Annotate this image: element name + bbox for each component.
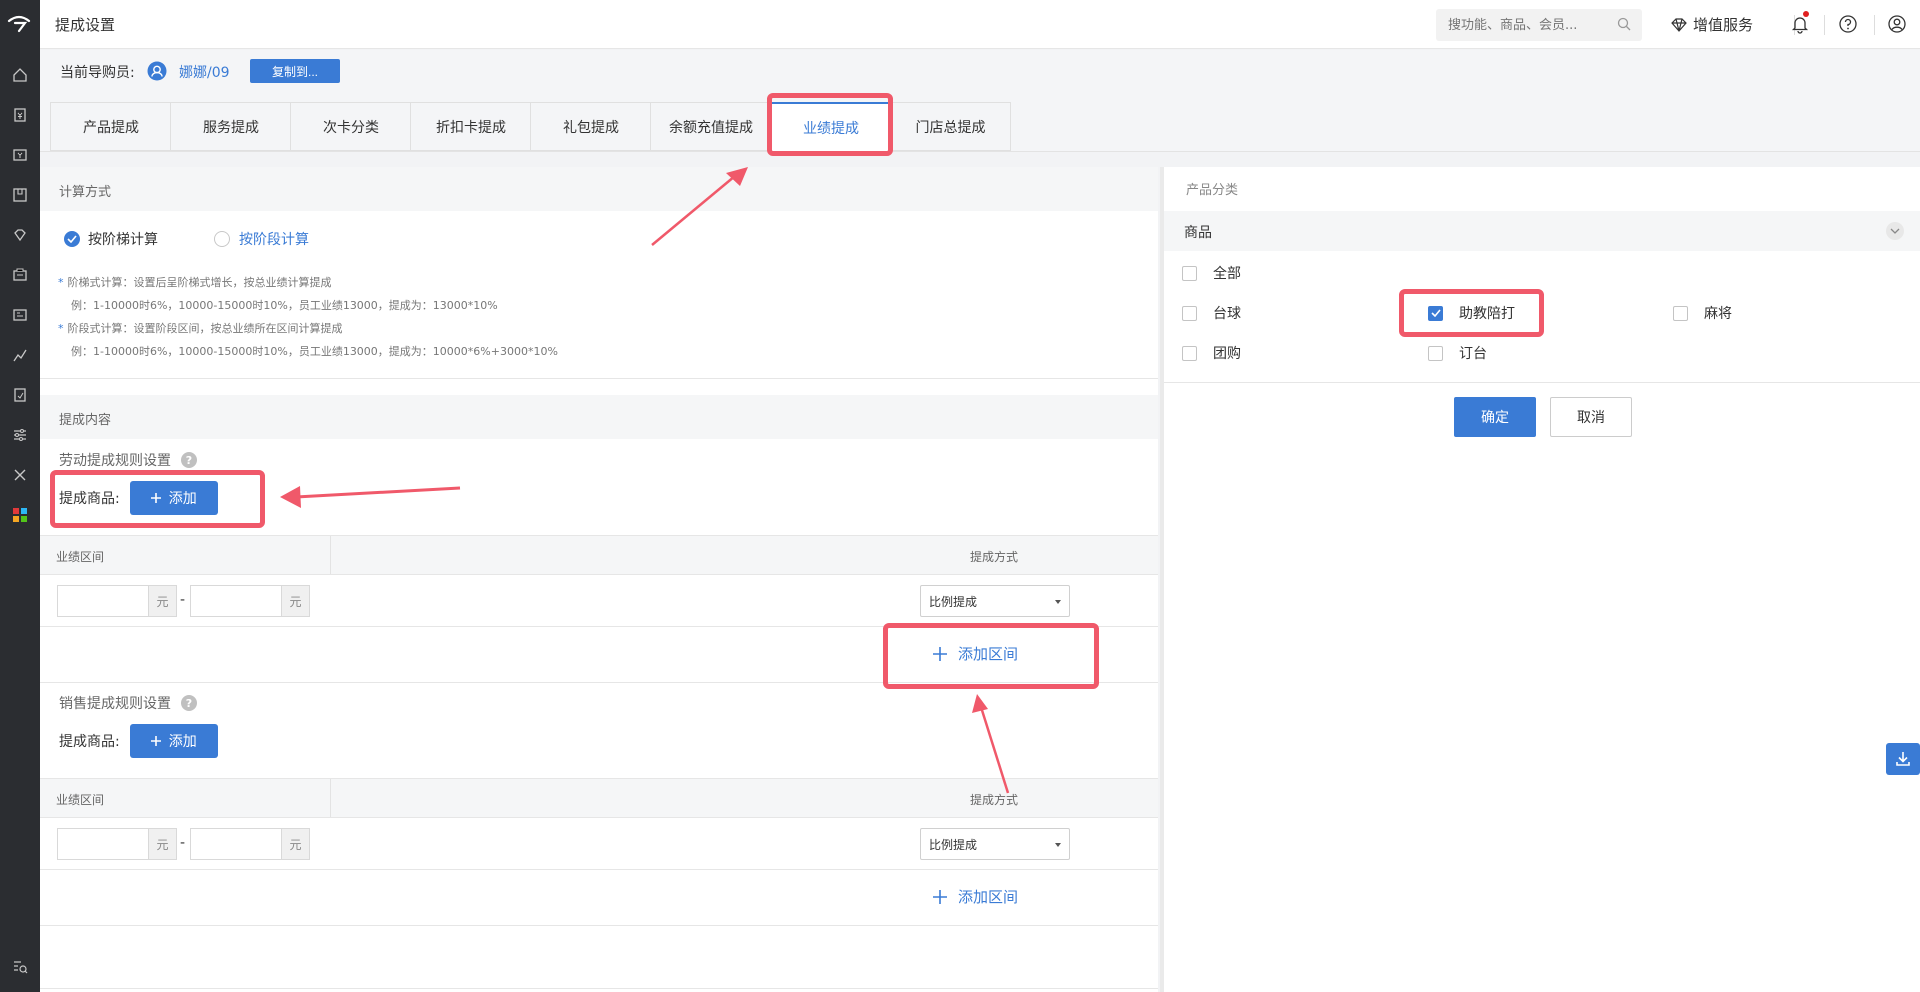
annotation-arrows xyxy=(280,167,1010,794)
